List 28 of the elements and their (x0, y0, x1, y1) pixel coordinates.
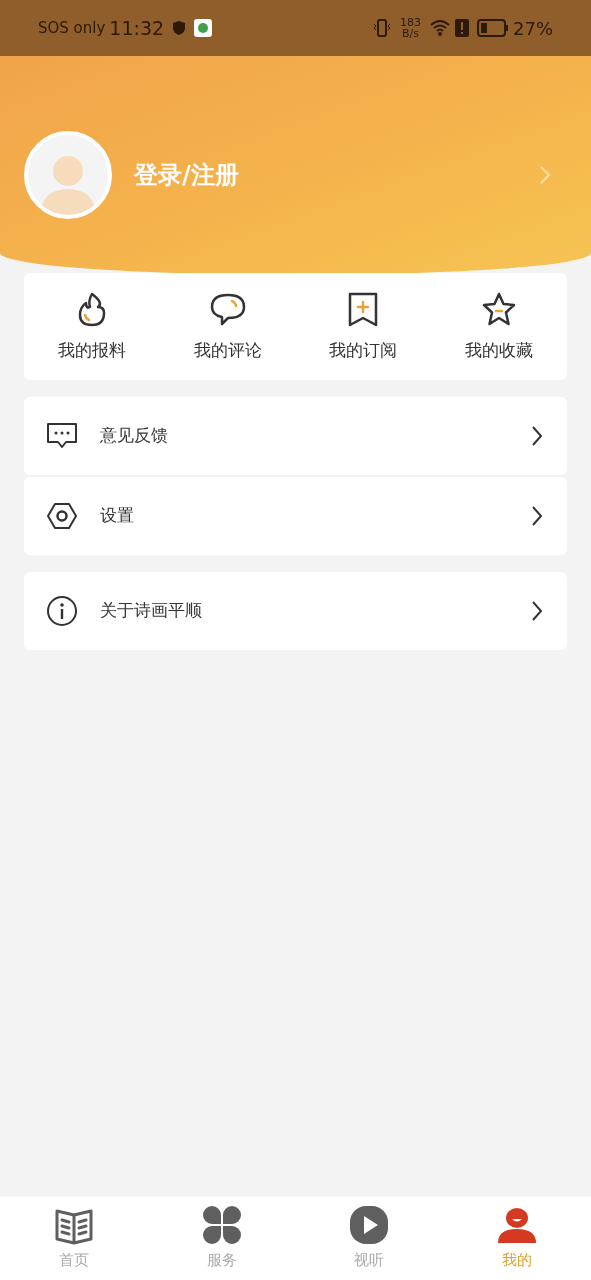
wifi-icon (429, 19, 451, 37)
menu-item[interactable]: 设置 (24, 476, 567, 555)
info-icon (46, 594, 78, 627)
menu-item[interactable]: 意见反馈 (24, 396, 567, 475)
chevron-icon (539, 165, 551, 185)
clock: 11:32 (109, 15, 165, 41)
vibrate-icon (372, 18, 392, 38)
shortcut-label[interactable]: 我的评论 (193, 338, 262, 364)
app-notification-icon (194, 19, 213, 37)
network-speed-value: 183 (400, 17, 421, 28)
speech-bubble-icon (209, 291, 246, 328)
chevron-icon (531, 504, 543, 527)
alert-icon (455, 19, 469, 37)
star-icon (481, 291, 518, 328)
chevron-icon (531, 424, 543, 447)
battery-icon (477, 19, 509, 37)
play-icon (349, 1205, 390, 1245)
person-icon (497, 1205, 538, 1245)
shield-icon (172, 20, 187, 36)
menu-item[interactable]: 关于诗画平顺 (24, 571, 567, 650)
shortcut-label[interactable]: 我的报料 (57, 338, 126, 364)
network-speed-unit: B/s (401, 28, 420, 39)
shortcut-label[interactable]: 我的订阅 (329, 338, 398, 364)
chevron-icon (531, 599, 543, 622)
four-petal-icon (201, 1205, 242, 1245)
shortcut-label[interactable]: 我的收藏 (465, 338, 534, 364)
carrier-label: SOS only (38, 17, 106, 39)
battery-percentage: 27% (513, 16, 553, 41)
